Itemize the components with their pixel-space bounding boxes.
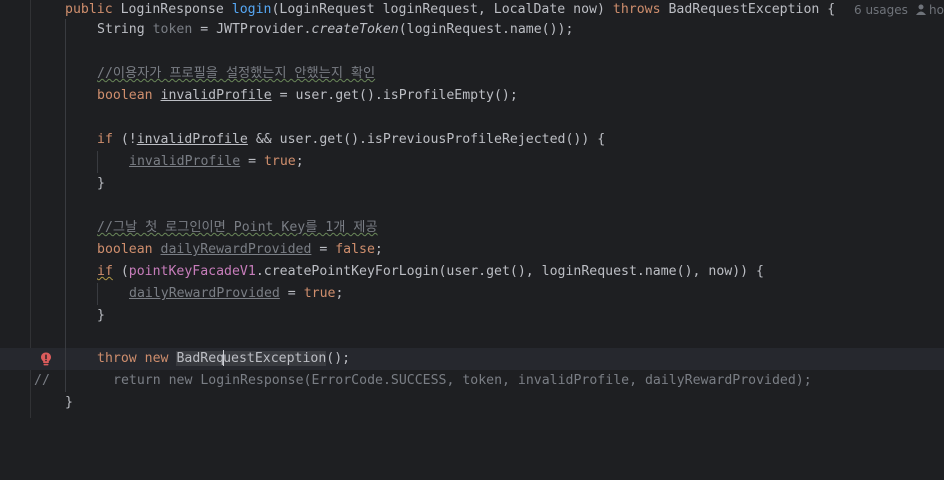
class-name-part: uestException [223,351,327,366]
commented-return: return new LoginResponse(ErrorCode.SUCCE… [113,373,812,388]
code-text: = [279,286,304,301]
closing-brace: } [97,176,105,191]
indent-guide [65,195,66,217]
code-text: (! [112,132,137,147]
indent-guide [65,305,66,327]
indent-guide [65,151,66,173]
class-bad-request-exception[interactable]: BadRequestException [176,350,327,366]
indent-guide [97,283,98,305]
code-line-blank[interactable] [0,107,944,129]
indent-guide [65,239,66,261]
line-comment-marker: // [34,373,50,388]
keyword-new: new [144,351,169,366]
code-line[interactable]: String token = JWTProvider.createToken(l… [0,19,944,41]
code-text: = [311,242,336,257]
indent-guide [65,129,66,151]
indent-guide [65,41,66,63]
keyword-boolean: boolean [97,88,153,103]
code-text: ; [374,242,383,257]
keyword-public: public [65,2,113,17]
comment-profile-check: //이용자가 프로필을 설정했는지 안했는지 확인 [97,66,376,81]
var-daily-reward: dailyRewardProvided [129,286,280,301]
exception-type: BadRequestException { [668,2,836,17]
code-text: && user.get().isPreviousProfileRejected(… [247,132,606,147]
keyword-if: if [97,132,113,147]
code-text: = [240,154,264,169]
code-line-comment[interactable]: //이용자가 프로필을 설정했는지 안했는지 확인 [0,63,944,85]
code-line-blank[interactable] [0,41,944,63]
keyword-if: if [97,264,113,279]
code-text: = JWTProvider. [192,22,312,37]
literal-false: false [335,242,375,257]
return-type: LoginResponse [120,2,224,17]
keyword-throw: throw [97,351,137,366]
code-text: ; [335,286,344,301]
code-text: .createPointKeyForLogin(user.get(), logi… [255,264,764,279]
field-point-key-facade: pointKeyFacadeV1 [128,264,256,279]
code-line-blank[interactable] [0,195,944,217]
method-closing-brace: } [65,395,73,410]
code-line-blank[interactable] [0,327,944,349]
code-line[interactable]: dailyRewardProvided = true; [0,283,944,305]
keyword-throws: throws [612,2,661,17]
code-line[interactable]: } [0,173,944,195]
code-line[interactable]: boolean invalidProfile = user.get().isPr… [0,85,944,107]
indent-guide [65,261,66,283]
indent-guide [65,107,66,129]
indent-guide [65,19,66,41]
indent-guide [65,85,66,107]
error-bulb-icon[interactable] [40,352,52,366]
type-string: String [97,22,145,37]
method-name[interactable]: login [232,2,272,17]
var-daily-reward: dailyRewardProvided [160,242,312,257]
method-params: (LoginRequest loginRequest, LocalDate no… [271,2,605,17]
indent-guide [65,348,66,370]
code-text: (); [326,351,351,366]
code-line-comment[interactable]: //그날 첫 로그인이면 Point Key를 1개 제공 [0,217,944,239]
code-line[interactable]: invalidProfile = true; [0,151,944,173]
var-invalid-profile: invalidProfile [160,88,272,103]
code-line-signature[interactable]: public LoginResponse login(LoginRequest … [0,0,944,21]
indent-guide [65,370,66,392]
code-line-current[interactable]: throw new BadRequestException(); [0,348,944,370]
comment-point-key: //그날 첫 로그인이면 Point Key를 1개 제공 [97,220,378,235]
user-icon [916,4,926,15]
var-token: token [152,22,193,37]
code-line-commented[interactable]: // return new LoginResponse(ErrorCode.SU… [0,370,944,392]
indent-guide [65,217,66,239]
code-editor[interactable]: public LoginResponse login(LoginRequest … [0,0,944,418]
code-line[interactable]: } [0,392,944,414]
indent-guide [97,151,98,173]
author-name: ho [929,3,944,17]
code-line[interactable]: if (!invalidProfile && user.get().isPrev… [0,129,944,151]
code-line[interactable]: if (pointKeyFacadeV1.createPointKeyForLo… [0,261,944,283]
code-line[interactable]: boolean dailyRewardProvided = false; [0,239,944,261]
indent-guide [65,283,66,305]
var-invalid-profile: invalidProfile [136,132,248,147]
class-name-part: BadReq [176,351,225,366]
author-hint[interactable]: ho [916,0,944,21]
closing-brace: } [97,308,105,323]
literal-true: true [263,154,296,169]
usages-hint[interactable]: 6 usages [854,0,908,21]
code-text: ; [295,154,304,169]
keyword-boolean: boolean [97,242,153,257]
literal-true: true [303,286,336,301]
indent-guide [65,63,66,85]
indent-guide [65,173,66,195]
code-text: ( [112,264,129,279]
call-create-token: createToken [311,22,399,37]
code-line[interactable]: } [0,305,944,327]
code-text: (loginRequest.name()); [398,22,574,37]
code-text: = user.get().isProfileEmpty(); [271,88,518,103]
var-invalid-profile: invalidProfile [129,154,241,169]
indent-guide [65,327,66,349]
